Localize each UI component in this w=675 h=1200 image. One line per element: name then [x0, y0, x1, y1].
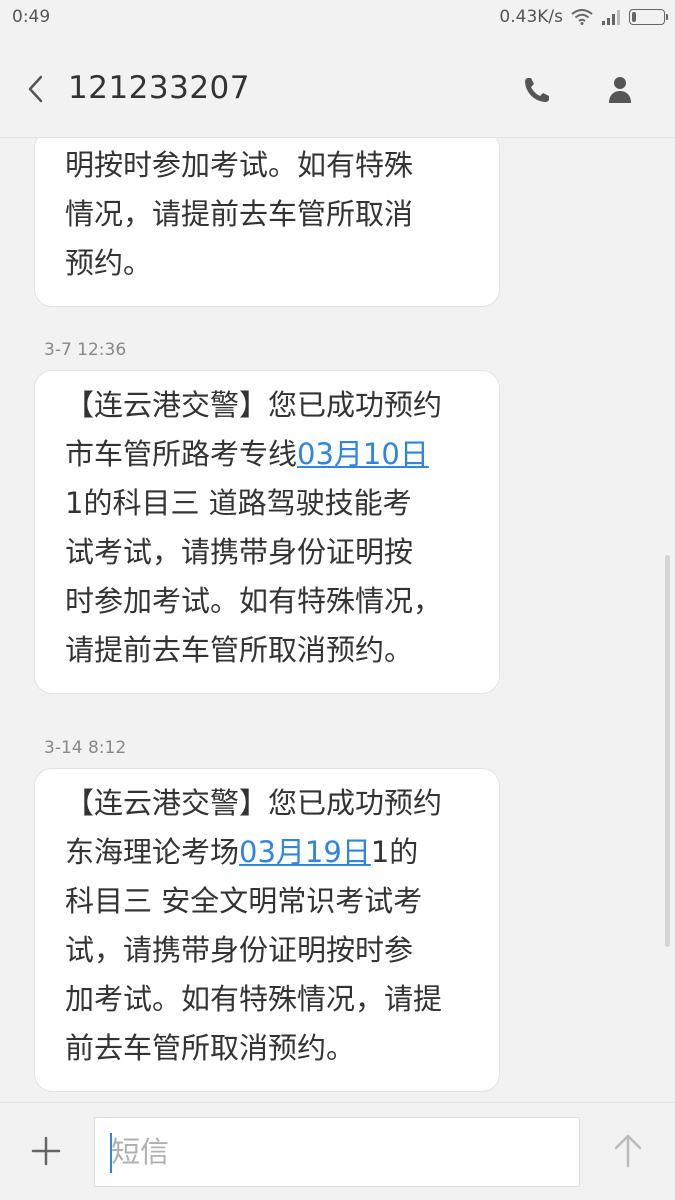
- send-button[interactable]: [608, 1130, 648, 1170]
- contact-button[interactable]: [602, 72, 638, 108]
- message-bubble[interactable]: 明按时参加考试。如有特殊 情况，请提前去车管所取消 预约。: [34, 138, 500, 307]
- back-button[interactable]: [18, 69, 52, 109]
- date-link[interactable]: 03月10日: [297, 437, 429, 471]
- message-timestamp: 3-14 8:12: [44, 738, 127, 758]
- call-button[interactable]: [519, 72, 555, 108]
- arrow-up-icon: [614, 1134, 642, 1168]
- battery-icon: [629, 9, 668, 25]
- network-speed: 0.43K/s: [499, 7, 563, 27]
- contact-number: 121233207: [68, 70, 251, 106]
- message-line: 加考试。如有特殊情况，请提: [65, 982, 443, 1016]
- message-line: 1的: [370, 835, 419, 869]
- message-line: 【连云港交警】您已成功预约: [65, 786, 443, 820]
- message-line: 明按时参加考试。如有特殊: [65, 148, 414, 182]
- message-composer: [0, 1102, 675, 1200]
- message-timestamp: 3-7 12:36: [44, 340, 127, 360]
- message-line: 市车管所路考专线: [65, 437, 298, 471]
- message-line: 东海理论考场: [65, 835, 240, 869]
- message-line: 时参加考试。如有特殊情况，: [65, 584, 443, 618]
- message-bubble[interactable]: 【连云港交警】您已成功预约 市车管所路考专线03月10日 1的科目三 道路驾驶技…: [34, 370, 500, 694]
- message-line: 【连云港交警】您已成功预约: [65, 388, 443, 422]
- add-attachment-button[interactable]: [28, 1133, 64, 1169]
- message-line: 情况，请提前去车管所取消: [65, 197, 414, 231]
- message-list[interactable]: 明按时参加考试。如有特殊 情况，请提前去车管所取消 预约。 3-7 12:36 …: [0, 138, 675, 1102]
- phone-icon: [525, 78, 549, 102]
- date-link[interactable]: 03月19日: [239, 835, 371, 869]
- sms-input[interactable]: [94, 1117, 580, 1187]
- message-line: 试考试，请携带身份证明按: [65, 535, 414, 569]
- status-bar: 0:49 0.43K/s: [0, 0, 675, 36]
- signal-icon: [602, 10, 620, 25]
- plus-icon: [31, 1136, 61, 1166]
- message-line: 请提前去车管所取消预约。: [65, 633, 414, 667]
- person-icon: [609, 77, 631, 103]
- scrollbar-thumb[interactable]: [665, 555, 670, 947]
- wifi-icon: [571, 9, 593, 25]
- chevron-left-icon: [28, 75, 43, 103]
- message-line: 试，请携带身份证明按时参: [65, 933, 414, 967]
- message-line: 1的科目三 道路驾驶技能考: [65, 486, 412, 520]
- message-line: 前去车管所取消预约。: [65, 1031, 356, 1065]
- text-cursor: [110, 1133, 112, 1173]
- message-line: 预约。: [65, 246, 153, 280]
- status-time: 0:49: [12, 7, 51, 27]
- conversation-header: 121233207: [0, 36, 675, 138]
- status-icons: 0.43K/s: [499, 7, 668, 27]
- message-line: 科目三 安全文明常识考试考: [65, 884, 423, 918]
- message-bubble[interactable]: 【连云港交警】您已成功预约 东海理论考场03月19日1的 科目三 安全文明常识考…: [34, 768, 500, 1092]
